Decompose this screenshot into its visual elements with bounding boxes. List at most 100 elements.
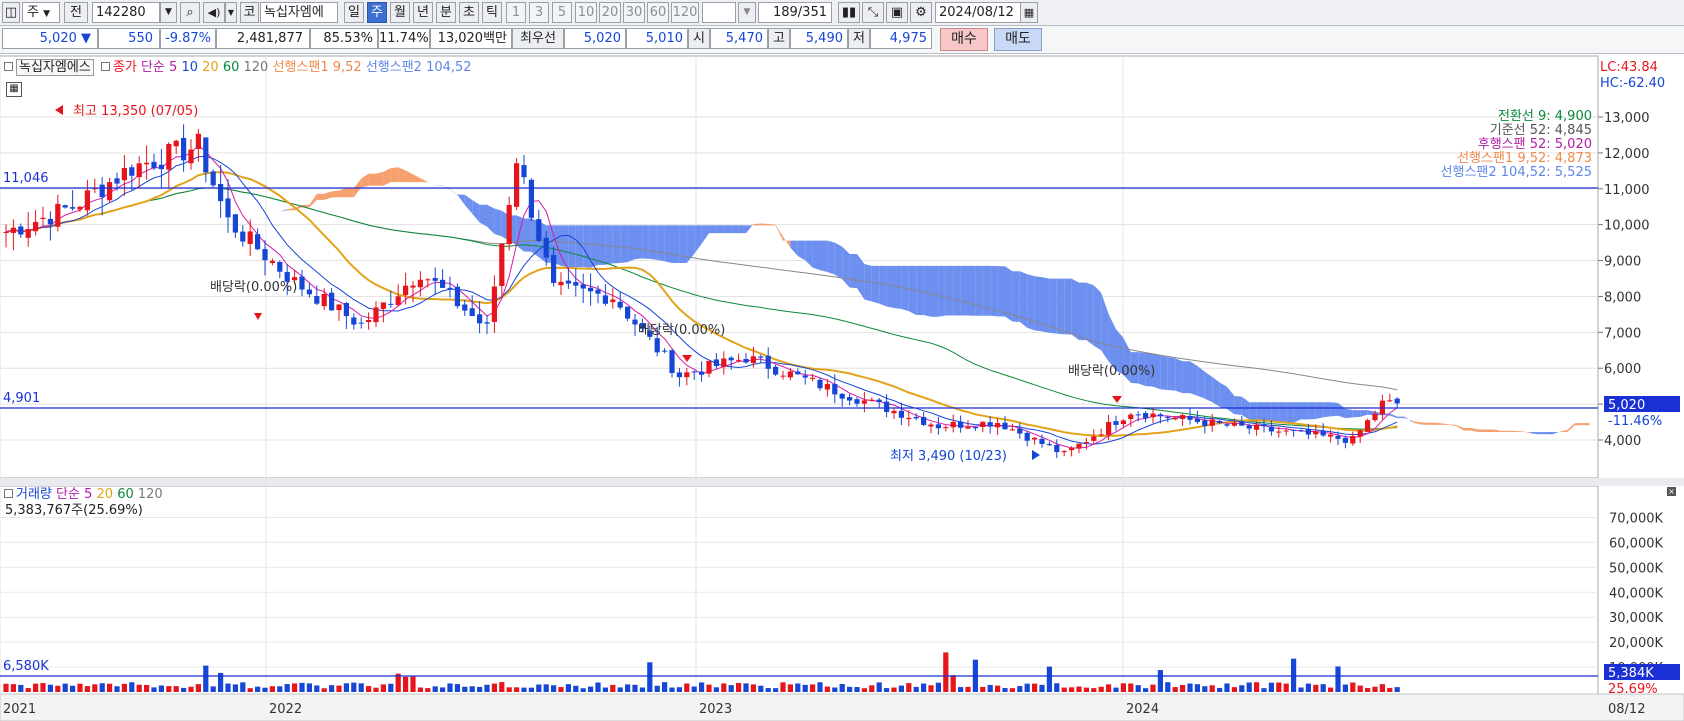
period-tick[interactable]: 틱 bbox=[482, 2, 502, 23]
candle-down bbox=[218, 183, 224, 202]
candle-up bbox=[425, 279, 431, 281]
stock-name[interactable]: 녹십자엠에 bbox=[260, 2, 338, 23]
date-input[interactable]: 2024/08/12 bbox=[935, 2, 1027, 23]
volume-bar bbox=[943, 652, 949, 692]
candle-up bbox=[247, 231, 253, 244]
candle-up bbox=[55, 203, 61, 227]
volume-bar bbox=[802, 684, 808, 692]
period-minute[interactable]: 분 bbox=[436, 2, 456, 23]
interval-3[interactable]: 3 bbox=[529, 2, 549, 23]
interval-60[interactable]: 60 bbox=[647, 2, 669, 23]
chevron-down-icon[interactable]: ▼ bbox=[738, 2, 756, 23]
period-second[interactable]: 초 bbox=[459, 2, 479, 23]
interval-5[interactable]: 5 bbox=[552, 2, 572, 23]
volume-bar bbox=[70, 685, 76, 692]
legend-toggle-icon[interactable] bbox=[4, 62, 13, 71]
zoom-icon[interactable]: ▮▮ bbox=[838, 2, 860, 23]
legend-toggle-icon[interactable] bbox=[100, 62, 110, 71]
prev-button[interactable]: 전 bbox=[64, 2, 88, 23]
gear-icon[interactable]: ⚙ bbox=[910, 2, 932, 23]
pane-splitter[interactable] bbox=[0, 478, 1684, 486]
candle-down bbox=[884, 401, 890, 412]
cloud-segment bbox=[827, 240, 835, 275]
volume-bar bbox=[987, 684, 993, 692]
interval-20[interactable]: 20 bbox=[599, 2, 621, 23]
volume-bar bbox=[1350, 682, 1356, 692]
volume-bar bbox=[121, 683, 127, 692]
legend-span1[interactable]: 선행스팬1 9,52 bbox=[272, 60, 361, 75]
volume-bar bbox=[329, 685, 335, 692]
volume-legend-ma5[interactable]: 5 bbox=[84, 487, 92, 502]
volume-value: 2,481,877 bbox=[216, 28, 310, 49]
interval-10[interactable]: 10 bbox=[575, 2, 597, 23]
table-icon[interactable]: ▦ bbox=[6, 82, 22, 97]
save-icon[interactable]: ▣ bbox=[886, 2, 908, 23]
cloud-segment bbox=[316, 193, 325, 200]
calendar-icon[interactable]: ▦ bbox=[1020, 2, 1038, 23]
cloud-segment bbox=[938, 265, 946, 317]
legend-ma20[interactable]: 20 bbox=[202, 60, 219, 75]
candle-down bbox=[654, 338, 660, 353]
buy-button[interactable]: 매수 bbox=[940, 28, 988, 51]
volume-legend-ma120[interactable]: 120 bbox=[138, 487, 163, 502]
volume-bar bbox=[810, 684, 816, 692]
volume-bar bbox=[765, 688, 771, 692]
period-month[interactable]: 월 bbox=[390, 2, 410, 23]
volume-bar bbox=[33, 683, 39, 692]
level-label-lower: 4,901 bbox=[3, 391, 40, 406]
volume-bar bbox=[1217, 687, 1223, 692]
trend-icon[interactable]: ⤡ bbox=[862, 2, 884, 23]
period-week[interactable]: 주 bbox=[367, 2, 387, 23]
sell-button[interactable]: 매도 bbox=[994, 28, 1042, 51]
legend-toggle-icon[interactable] bbox=[4, 489, 13, 498]
cloud-segment bbox=[1352, 410, 1361, 418]
cloud-segment bbox=[1537, 432, 1546, 435]
interval-1[interactable]: 1 bbox=[506, 2, 526, 23]
stock-chart[interactable]: 11,046 4,901 6,580K 최고 13,350 (07/05) 최저… bbox=[0, 54, 1684, 721]
speaker-icon[interactable]: ◀) bbox=[203, 2, 225, 23]
stock-code-input[interactable]: 142280 bbox=[92, 2, 160, 23]
close-icon[interactable]: × bbox=[1667, 487, 1676, 496]
cloud-segment bbox=[1219, 382, 1227, 409]
candle-up bbox=[736, 359, 742, 361]
legend-span2[interactable]: 선행스팬2 104,52 bbox=[366, 60, 472, 75]
legend-stock-name[interactable]: 녹십자엠에스 bbox=[16, 59, 94, 76]
volume-bar bbox=[351, 682, 357, 692]
candle-down bbox=[795, 371, 801, 375]
cloud-segment bbox=[657, 225, 665, 262]
volume-bar bbox=[669, 687, 675, 692]
candle-down bbox=[1261, 424, 1267, 427]
candle-up bbox=[1106, 422, 1112, 436]
market-select[interactable]: 주 ▼ bbox=[22, 2, 60, 23]
bid-price: 5,010 bbox=[626, 28, 688, 49]
candle-down bbox=[114, 178, 120, 184]
candle-down bbox=[18, 226, 24, 235]
volume-bar bbox=[1157, 670, 1163, 692]
legend-ma60[interactable]: 60 bbox=[223, 60, 240, 75]
cloud-segment bbox=[1301, 402, 1309, 420]
candle-down bbox=[462, 304, 468, 311]
volume-legend-ma60[interactable]: 60 bbox=[117, 487, 134, 502]
chevron-down-icon[interactable]: ▼ bbox=[160, 2, 177, 23]
volume-bar bbox=[1283, 683, 1289, 692]
legend-ma10[interactable]: 10 bbox=[181, 60, 198, 75]
cloud-segment bbox=[672, 225, 680, 264]
candle-down bbox=[447, 287, 453, 290]
interval-30[interactable]: 30 bbox=[623, 2, 645, 23]
legend-ma5[interactable]: 5 bbox=[169, 60, 177, 75]
candle-down bbox=[1187, 416, 1193, 420]
bar-count[interactable]: 189/351 bbox=[758, 2, 832, 23]
search-icon[interactable]: ⌕ bbox=[180, 2, 200, 23]
volume-legend-ma20[interactable]: 20 bbox=[97, 487, 114, 502]
period-day[interactable]: 일 bbox=[344, 2, 364, 23]
layout-icon[interactable]: ◫ bbox=[2, 2, 20, 23]
legend-ma120[interactable]: 120 bbox=[244, 60, 269, 75]
chevron-down-icon[interactable]: ▼ bbox=[225, 2, 237, 23]
open-label: 시 bbox=[688, 28, 710, 49]
candle-up bbox=[403, 285, 409, 295]
cloud-segment bbox=[975, 265, 983, 316]
interval-120[interactable]: 120 bbox=[671, 2, 699, 23]
period-year[interactable]: 년 bbox=[413, 2, 433, 23]
interval-custom-input[interactable] bbox=[702, 2, 736, 23]
candle-down bbox=[713, 359, 719, 367]
